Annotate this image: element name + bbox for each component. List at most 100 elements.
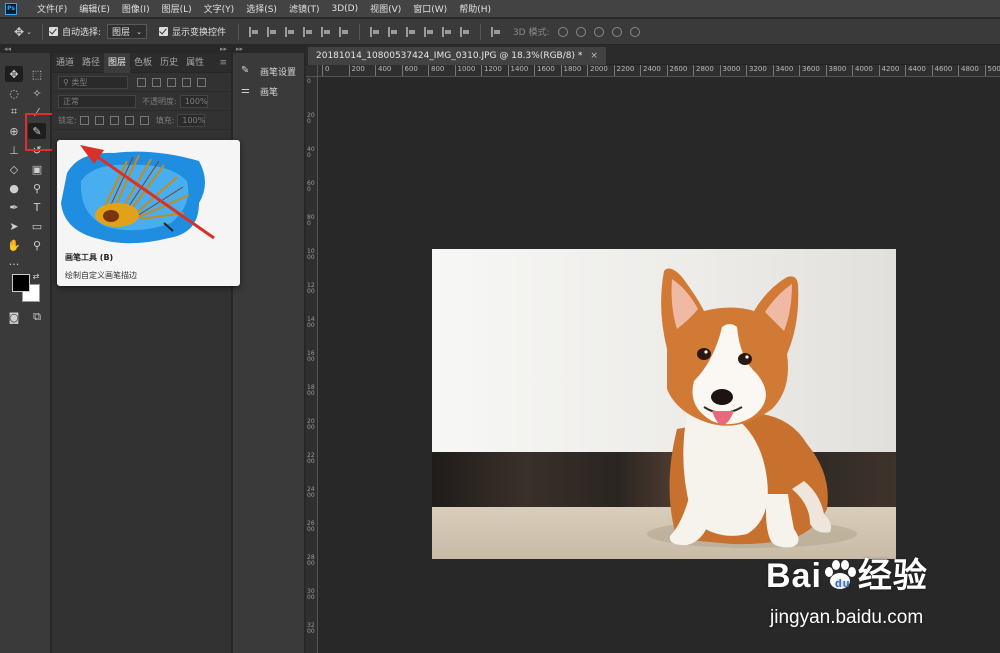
tab-layers[interactable]: 图层 — [104, 52, 131, 73]
lock-all-icon[interactable] — [139, 115, 149, 125]
tab-history[interactable]: 历史 — [156, 53, 182, 73]
tab-swatches[interactable]: 色板 — [130, 53, 156, 73]
align-top-icon[interactable] — [302, 26, 313, 37]
distribute-middle-icon[interactable] — [387, 26, 398, 37]
ruler-tick-label: 2000 — [587, 65, 608, 76]
document-image[interactable] — [432, 249, 896, 559]
distribute-center-icon[interactable] — [441, 26, 452, 37]
menu-select[interactable]: 选择(S) — [240, 2, 283, 15]
hand-tool-icon[interactable]: ✋ — [5, 237, 23, 253]
3d-roll-icon[interactable] — [575, 26, 586, 37]
lock-image-icon[interactable] — [94, 115, 104, 125]
align-center-h-icon[interactable] — [266, 26, 277, 37]
tab-paths[interactable]: 路径 — [78, 53, 104, 73]
menu-edit[interactable]: 编辑(E) — [73, 2, 116, 15]
horizontal-ruler[interactable]: 0 200 400 600 800 1000 1200 1400 1600 1800 2000 220… — [318, 65, 1000, 77]
distribute-left-icon[interactable] — [423, 26, 434, 37]
distribute-bottom-icon[interactable] — [405, 26, 416, 37]
auto-select-dropdown[interactable]: 图层 ⌄ — [107, 24, 147, 39]
ruler-tick-label: 1200 — [307, 282, 315, 295]
blur-tool-icon[interactable]: ● — [5, 180, 23, 196]
distribute-top-icon[interactable] — [369, 26, 380, 37]
panel-collapse-icon[interactable]: ▸▸ — [220, 45, 227, 53]
lock-position-icon[interactable] — [109, 115, 119, 125]
3d-scale-icon[interactable] — [629, 26, 640, 37]
filter-type-icon[interactable] — [167, 77, 176, 87]
magic-wand-tool-icon[interactable]: ✧ — [28, 85, 46, 101]
blend-mode-select[interactable]: 正常 — [58, 94, 136, 108]
type-tool-icon[interactable]: T — [28, 199, 46, 215]
opacity-input[interactable]: 100% — [179, 94, 208, 108]
ruler-tick-label: 600 — [401, 65, 418, 76]
crop-tool-icon[interactable]: ⌗ — [5, 104, 23, 120]
ruler-origin[interactable] — [306, 65, 318, 77]
brush-preset-item[interactable]: ⚌ 画笔 — [233, 81, 304, 101]
eraser-tool-icon[interactable]: ◇ — [5, 161, 23, 177]
tab-channels[interactable]: 通道 — [52, 53, 78, 73]
blend-mode-value: 正常 — [63, 96, 79, 106]
lasso-tool-icon[interactable]: ◌ — [5, 85, 23, 101]
panel2-collapse-icon[interactable]: ▸▸ — [236, 45, 243, 53]
toolbar-collapse-icon[interactable]: ◂◂ — [4, 45, 11, 53]
close-icon[interactable]: × — [590, 51, 598, 61]
align-left-icon[interactable] — [248, 26, 259, 37]
svg-text:du: du — [835, 578, 850, 590]
align-right-icon[interactable] — [284, 26, 295, 37]
menu-window[interactable]: 窗口(W) — [407, 2, 453, 15]
menu-filter[interactable]: 滤镜(T) — [283, 2, 326, 15]
quick-mask-icon[interactable]: ◙ — [5, 309, 23, 325]
filter-shape-icon[interactable] — [182, 77, 191, 87]
ruler-tick-label: 1800 — [560, 65, 581, 76]
edit-toolbar-icon[interactable]: ··· — [5, 256, 23, 272]
rectangle-tool-icon[interactable]: ▭ — [28, 218, 46, 234]
lock-artboard-icon[interactable] — [124, 115, 134, 125]
move-tool-preset-icon[interactable]: ✥ ⌄ — [14, 25, 36, 39]
swap-colors-icon[interactable]: ⇄ — [31, 271, 41, 281]
path-selection-tool-icon[interactable]: ➤ — [5, 218, 23, 234]
dodge-tool-icon[interactable]: ⚲ — [28, 180, 46, 196]
zoom-tool-icon[interactable]: ⚲ — [28, 237, 46, 253]
menu-layer[interactable]: 图层(L) — [156, 2, 198, 15]
ruler-tick-label: 2800 — [307, 554, 315, 567]
menu-3d[interactable]: 3D(D) — [325, 4, 364, 14]
foreground-color-swatch[interactable] — [12, 274, 30, 292]
menu-view[interactable]: 视图(V) — [364, 2, 407, 15]
distribute-right-icon[interactable] — [459, 26, 470, 37]
3d-rotate-icon[interactable] — [557, 26, 568, 37]
filter-smart-icon[interactable] — [197, 77, 206, 87]
align-bottom-icon[interactable] — [338, 26, 349, 37]
auto-align-icon[interactable] — [490, 26, 501, 37]
clone-stamp-tool-icon[interactable]: ⊥ — [5, 142, 23, 158]
vertical-ruler[interactable]: 0 200 400 600 800 1000 1200 1400 1600 1800 2000 220… — [306, 77, 318, 653]
menu-image[interactable]: 图像(I) — [116, 2, 156, 15]
menu-type[interactable]: 文字(Y) — [198, 2, 241, 15]
gradient-tool-icon[interactable]: ▣ — [28, 161, 46, 177]
ruler-tick-label: 2200 — [613, 65, 634, 76]
menu-file[interactable]: 文件(F) — [31, 2, 73, 15]
ruler-tick-label: 1400 — [507, 65, 528, 76]
document-tab[interactable]: 20181014_10800537424_IMG_0310.JPG @ 18.3… — [308, 47, 606, 65]
auto-select-checkbox[interactable] — [49, 27, 58, 36]
filter-adjust-icon[interactable] — [152, 77, 161, 87]
move-tool-icon[interactable]: ✥ — [5, 66, 23, 82]
align-middle-v-icon[interactable] — [320, 26, 331, 37]
3d-pan-icon[interactable] — [593, 26, 604, 37]
3d-slide-icon[interactable] — [611, 26, 622, 37]
pen-tool-icon[interactable]: ✒ — [5, 199, 23, 215]
healing-brush-tool-icon[interactable]: ⊕ — [5, 123, 23, 139]
marquee-tool-icon[interactable]: ⬚ — [28, 66, 46, 82]
fill-input[interactable]: 100% — [177, 113, 206, 127]
filter-pixel-icon[interactable] — [137, 77, 146, 87]
screen-mode-icon[interactable]: ⧉ — [28, 309, 46, 325]
brush-preset-label: 画笔 — [260, 87, 279, 98]
show-transform-checkbox[interactable] — [158, 27, 168, 36]
menu-help[interactable]: 帮助(H) — [453, 2, 497, 15]
brush-settings-item[interactable]: ✎ 画笔设置 — [233, 61, 304, 81]
panel-menu-icon[interactable]: ≡ — [219, 58, 227, 68]
layer-filter-select[interactable]: ⚲ 类型 — [58, 75, 128, 89]
lock-transparent-icon[interactable] — [79, 115, 89, 125]
photoshop-window: Ps 文件(F) 编辑(E) 图像(I) 图层(L) 文字(Y) 选择(S) 滤… — [0, 0, 1000, 653]
menu-bar: Ps 文件(F) 编辑(E) 图像(I) 图层(L) 文字(Y) 选择(S) 滤… — [0, 0, 1000, 18]
tab-properties[interactable]: 属性 — [182, 53, 208, 73]
ruler-tick-label: 3200 — [746, 65, 767, 76]
